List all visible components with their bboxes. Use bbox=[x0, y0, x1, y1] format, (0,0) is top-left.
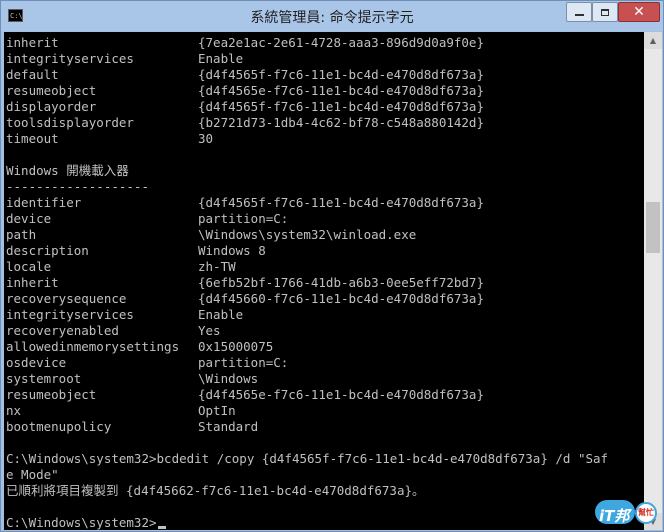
setting-row: timeout 30 bbox=[6, 131, 608, 147]
setting-key: identifier bbox=[6, 195, 82, 210]
command-line: C:\Windows\system32>bcdedit /copy {d4f45… bbox=[6, 451, 609, 466]
scroll-thumb[interactable] bbox=[646, 202, 660, 254]
maximize-button[interactable] bbox=[592, 2, 618, 22]
vertical-scrollbar[interactable]: ▲ ▼ bbox=[644, 32, 662, 530]
watermark-badge: iT邦 bbox=[595, 500, 635, 525]
prompt-line[interactable]: C:\Windows\system32> bbox=[6, 515, 608, 530]
setting-row: systemroot \Windows bbox=[6, 371, 608, 387]
setting-key: path bbox=[6, 227, 37, 242]
setting-value: {d4f4565f-f7c6-11e1-bc4d-e470d8df673a} bbox=[198, 67, 484, 82]
setting-value: {6efb52bf-1766-41db-a6b3-0ee5eff72bd7} bbox=[198, 275, 484, 290]
setting-value: \Windows bbox=[198, 371, 259, 386]
section-title: Windows 開機載入器 bbox=[6, 163, 129, 178]
minimize-button[interactable] bbox=[566, 2, 592, 22]
maximize-icon bbox=[601, 8, 609, 16]
setting-row: path \Windows\system32\winload.exe bbox=[6, 227, 608, 243]
setting-value: 30 bbox=[198, 131, 214, 146]
watermark-sub-text: 幫忙 bbox=[638, 508, 654, 517]
minimize-icon bbox=[574, 14, 584, 16]
setting-value: Windows 8 bbox=[198, 243, 266, 258]
setting-value: {d4f4565f-f7c6-11e1-bc4d-e470d8df673a} bbox=[198, 195, 484, 210]
setting-value: {d4f4565e-f7c6-11e1-bc4d-e470d8df673a} bbox=[198, 83, 484, 98]
setting-row: displayorder {d4f4565f-f7c6-11e1-bc4d-e47… bbox=[6, 99, 608, 115]
setting-row: resumeobject {d4f4565e-f7c6-11e1-bc4d-e47… bbox=[6, 387, 608, 403]
setting-row: integrityservices Enable bbox=[6, 307, 608, 323]
setting-row: identifier {d4f4565f-f7c6-11e1-bc4d-e470d… bbox=[6, 195, 608, 211]
ithome-watermark-logo: iT邦 幫忙 bbox=[595, 497, 661, 527]
settings-block-boot-loader: identifier {d4f4565f-f7c6-11e1-bc4d-e470d… bbox=[6, 195, 608, 435]
setting-row: locale zh-TW bbox=[6, 259, 608, 275]
title-bar[interactable]: C:\_ 系統管理員: 命令提示字元 ✕ bbox=[1, 1, 663, 31]
setting-key: timeout bbox=[6, 131, 59, 146]
setting-row: description Windows 8 bbox=[6, 243, 608, 259]
setting-value: {7ea2e1ac-2e61-4728-aaa3-896d9d0a9f0e} bbox=[198, 35, 484, 50]
console-lines: inherit {7ea2e1ac-2e61-4728-aaa3-896d9d0a… bbox=[6, 35, 608, 530]
setting-row: bootmenupolicy Standard bbox=[6, 419, 608, 435]
setting-row: osdevice partition=C: bbox=[6, 355, 608, 371]
watermark-brand-text: iT邦 bbox=[599, 507, 630, 525]
setting-row: device partition=C: bbox=[6, 211, 608, 227]
prompt-text: C:\Windows\system32> bbox=[6, 515, 157, 530]
window-title: 系統管理員: 命令提示字元 bbox=[250, 10, 414, 26]
setting-key: allowedinmemorysettings bbox=[6, 339, 180, 354]
setting-row: default {d4f4565f-f7c6-11e1-bc4d-e470d8df… bbox=[6, 67, 608, 83]
watermark-circle: 幫忙 bbox=[635, 502, 657, 524]
setting-value: Yes bbox=[198, 323, 221, 338]
setting-key: description bbox=[6, 243, 89, 258]
setting-key: recoverysequence bbox=[6, 291, 127, 306]
setting-value: Enable bbox=[198, 307, 244, 322]
setting-key: inherit bbox=[6, 35, 59, 50]
setting-row: allowedinmemorysettings 0x15000075 bbox=[6, 339, 608, 355]
command-prompt-window: C:\_ 系統管理員: 命令提示字元 ✕ inherit {7ea2e1ac-2e… bbox=[0, 0, 664, 532]
setting-key: resumeobject bbox=[6, 387, 97, 402]
result-message: 已順利將項目複製到 {d4f45662-f7c6-11e1-bc4d-e470d… bbox=[6, 483, 425, 498]
setting-value: partition=C: bbox=[198, 211, 289, 226]
setting-key: toolsdisplayorder bbox=[6, 115, 134, 130]
setting-value: 0x15000075 bbox=[198, 339, 274, 354]
setting-row: inherit {6efb52bf-1766-41db-a6b3-0ee5eff7… bbox=[6, 275, 608, 291]
setting-row: toolsdisplayorder {b2721d73-1db4-4c62-bf7… bbox=[6, 115, 608, 131]
setting-value: {d4f4565e-f7c6-11e1-bc4d-e470d8df673a} bbox=[198, 387, 484, 402]
setting-row: integrityservices Enable bbox=[6, 51, 608, 67]
settings-block-boot-manager: inherit {7ea2e1ac-2e61-4728-aaa3-896d9d0a… bbox=[6, 35, 608, 147]
setting-value: partition=C: bbox=[198, 355, 289, 370]
command-line-wrap: e Mode" bbox=[6, 467, 59, 482]
close-icon: ✕ bbox=[633, 4, 645, 20]
setting-key: integrityservices bbox=[6, 307, 134, 322]
setting-key: osdevice bbox=[6, 355, 67, 370]
setting-key: locale bbox=[6, 259, 52, 274]
setting-key: recoveryenabled bbox=[6, 323, 119, 338]
section-rule: ------------------- bbox=[6, 179, 149, 194]
setting-value: {b2721d73-1db4-4c62-bf78-c548a880142d} bbox=[198, 115, 484, 130]
setting-value: Enable bbox=[198, 51, 244, 66]
setting-key: default bbox=[6, 67, 59, 82]
setting-value: Standard bbox=[198, 419, 259, 434]
setting-value: {d4f4565f-f7c6-11e1-bc4d-e470d8df673a} bbox=[198, 99, 484, 114]
text-cursor bbox=[157, 526, 166, 529]
setting-value: \Windows\system32\winload.exe bbox=[198, 227, 417, 242]
setting-key: bootmenupolicy bbox=[6, 419, 112, 434]
setting-row: inherit {7ea2e1ac-2e61-4728-aaa3-896d9d0a… bbox=[6, 35, 608, 51]
setting-value: {d4f45660-f7c6-11e1-bc4d-e470d8df673a} bbox=[198, 291, 484, 306]
setting-row: recoveryenabled Yes bbox=[6, 323, 608, 339]
scroll-up-arrow-icon[interactable]: ▲ bbox=[644, 32, 662, 49]
console-output[interactable]: inherit {7ea2e1ac-2e61-4728-aaa3-896d9d0a… bbox=[4, 32, 644, 530]
setting-key: displayorder bbox=[6, 99, 97, 114]
setting-row: recoverysequence {d4f45660-f7c6-11e1-bc4d… bbox=[6, 291, 608, 307]
setting-key: resumeobject bbox=[6, 83, 97, 98]
setting-row: resumeobject {d4f4565e-f7c6-11e1-bc4d-e47… bbox=[6, 83, 608, 99]
setting-key: device bbox=[6, 211, 52, 226]
setting-key: integrityservices bbox=[6, 51, 134, 66]
setting-key: inherit bbox=[6, 275, 59, 290]
setting-key: nx bbox=[6, 403, 22, 418]
setting-value: zh-TW bbox=[198, 259, 236, 274]
close-button[interactable]: ✕ bbox=[618, 2, 660, 22]
setting-value: OptIn bbox=[198, 403, 236, 418]
setting-key: systemroot bbox=[6, 371, 82, 386]
setting-row: nx OptIn bbox=[6, 403, 608, 419]
